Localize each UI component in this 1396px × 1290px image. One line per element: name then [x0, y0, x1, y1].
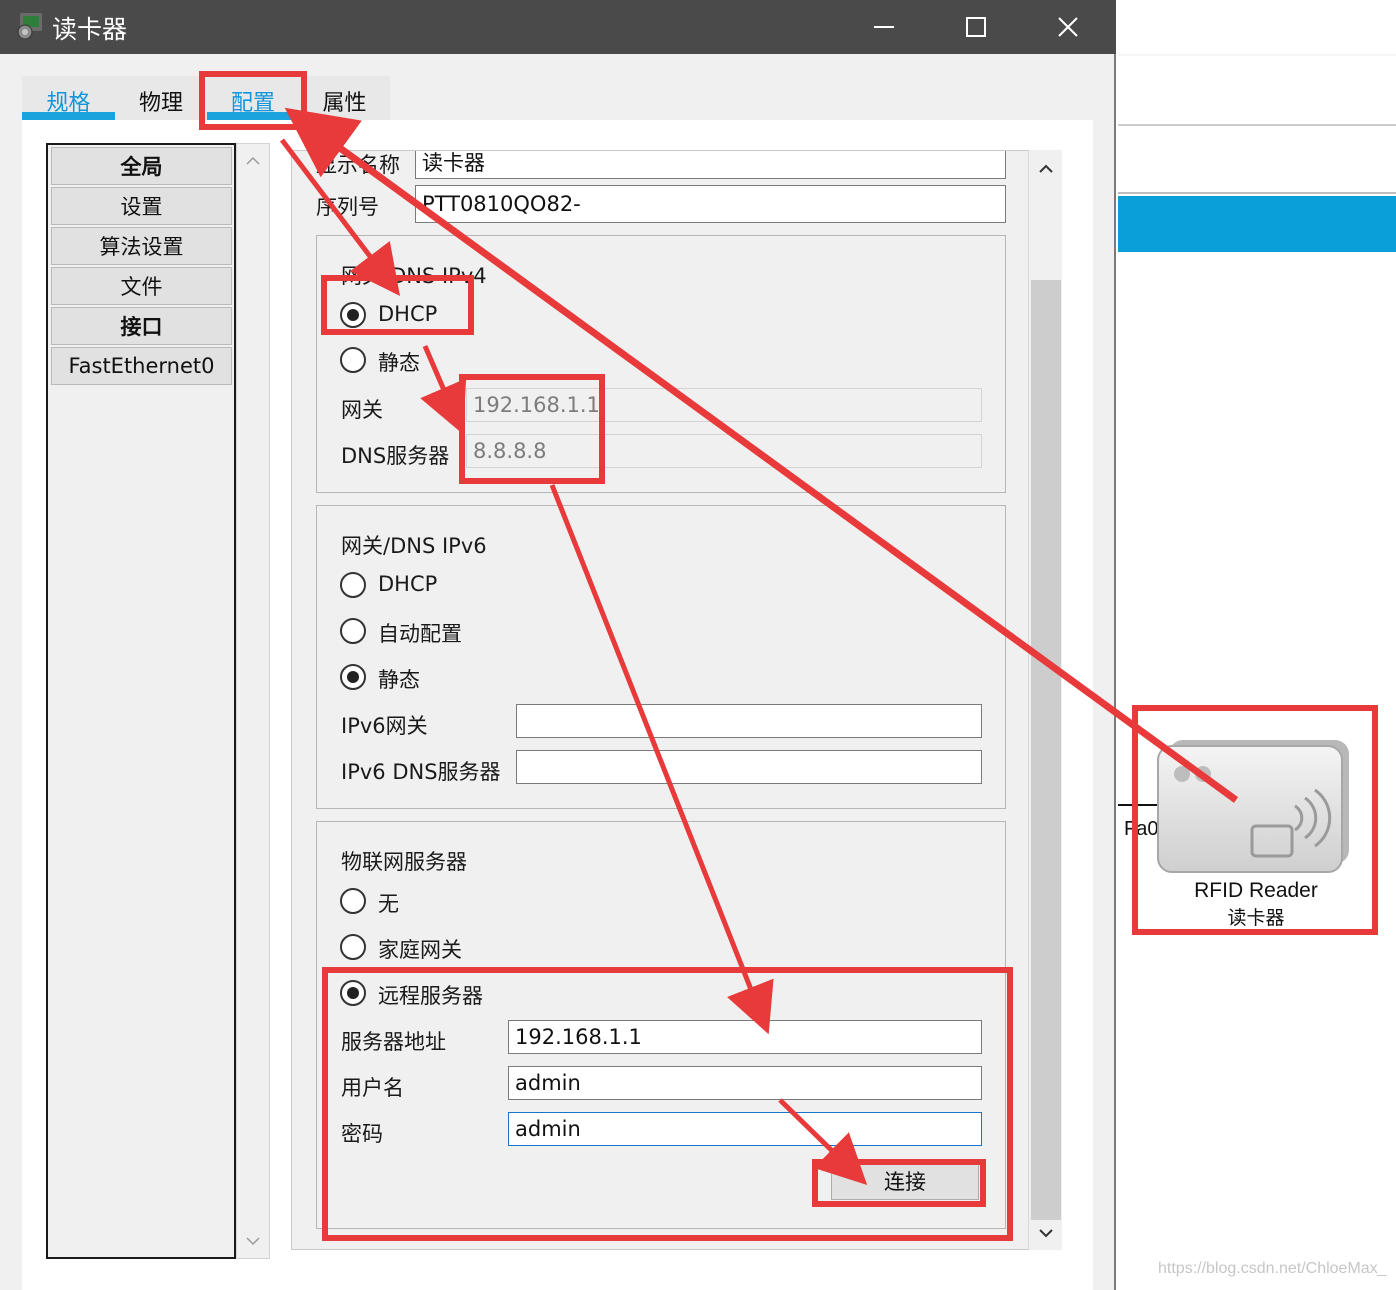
title-bar[interactable]: 读卡器 [0, 0, 1116, 54]
ipv4-dns-input[interactable]: 8.8.8.8 [466, 434, 982, 468]
config-nav: 全局 设置 算法设置 文件 接口 FastEthernet0 [46, 143, 236, 1259]
password-input[interactable]: admin [508, 1112, 982, 1146]
maximize-button[interactable] [930, 0, 1022, 54]
tab-attributes[interactable]: 属性 [299, 78, 390, 120]
ipv4-static-radio[interactable] [340, 347, 366, 373]
ipv6-group: 网关/DNS IPv6 DHCP 自动配置 静态 IPv6网关 IPv6 DNS… [316, 505, 1006, 809]
iot-remote-server-radio[interactable] [340, 980, 366, 1006]
iot-title: 物联网服务器 [341, 850, 467, 874]
connect-button[interactable]: 连接 [831, 1162, 979, 1200]
chevron-up-icon[interactable] [1038, 164, 1054, 174]
ipv4-group: 网关/DNS IPv4 DHCP 静态 网关 192.168.1.1 DNS服务… [316, 235, 1006, 493]
display-name-input[interactable]: 读卡器 [415, 151, 1006, 179]
password-label: 密码 [341, 1122, 383, 1146]
iot-remote-server-label: 远程服务器 [378, 984, 483, 1008]
chevron-down-icon[interactable] [1038, 1228, 1054, 1238]
chevron-down-icon[interactable] [245, 1236, 261, 1246]
tab-physical-label: 物理 [138, 91, 183, 116]
tab-spec[interactable]: 规格 [22, 78, 115, 120]
server-address-input[interactable]: 192.168.1.1 [508, 1020, 982, 1054]
ipv6-title: 网关/DNS IPv6 [341, 534, 487, 558]
minimize-button[interactable] [838, 0, 930, 54]
ipv6-gateway-label: IPv6网关 [341, 714, 428, 738]
iot-home-gateway-label: 家庭网关 [378, 938, 462, 962]
ipv4-static-label: 静态 [378, 351, 420, 375]
iot-none-label: 无 [378, 892, 399, 916]
server-address-label: 服务器地址 [341, 1030, 446, 1054]
config-scrollbar[interactable] [1028, 150, 1062, 1250]
device-subname: 读卡器 [1227, 907, 1285, 929]
ipv4-dhcp-radio[interactable] [340, 302, 366, 328]
ipv4-gateway-input[interactable]: 192.168.1.1 [466, 388, 982, 422]
ipv6-dns-input[interactable] [516, 750, 982, 784]
scrollbar-thumb[interactable] [1031, 280, 1061, 1220]
minimize-icon [874, 26, 894, 28]
tab-physical[interactable]: 物理 [115, 78, 207, 120]
username-input[interactable]: admin [508, 1066, 982, 1100]
tab-config[interactable]: 配置 [207, 78, 299, 120]
maximize-icon [966, 17, 986, 37]
watermark: https://blog.csdn.net/ChloeMax_ [1158, 1260, 1387, 1277]
canvas-divider [1118, 192, 1396, 194]
display-name-label: 显示名称 [316, 153, 400, 177]
nav-item-files[interactable]: 文件 [51, 267, 232, 305]
tab-attributes-label: 属性 [322, 91, 367, 116]
username-label: 用户名 [341, 1076, 404, 1100]
config-panel: 显示名称 读卡器 序列号 PTT0810QO82- 网关/DNS IPv4 DH… [291, 150, 1062, 1250]
iot-home-gateway-radio[interactable] [340, 934, 366, 960]
canvas-divider [1118, 124, 1396, 126]
app-icon [17, 13, 42, 40]
port-label: Fa0 [1124, 818, 1159, 840]
tab-spec-underline [22, 112, 115, 120]
ipv6-dhcp-label: DHCP [378, 572, 438, 596]
chevron-up-icon[interactable] [245, 156, 261, 166]
device-name: RFID Reader [1194, 879, 1318, 902]
nav-scrollbar[interactable] [236, 143, 270, 1259]
nav-item-algorithm-settings[interactable]: 算法设置 [51, 227, 232, 265]
nav-item-interface[interactable]: 接口 [51, 307, 232, 345]
ipv4-gateway-label: 网关 [341, 398, 383, 422]
network-link [1118, 804, 1158, 806]
ipv6-dns-label: IPv6 DNS服务器 [341, 760, 501, 784]
ipv6-auto-radio[interactable] [340, 618, 366, 644]
ipv6-auto-label: 自动配置 [378, 622, 462, 646]
ipv6-gateway-input[interactable] [516, 704, 982, 738]
ipv6-static-label: 静态 [378, 668, 420, 692]
close-icon [1058, 17, 1078, 37]
ipv4-title: 网关/DNS IPv4 [341, 264, 487, 288]
serial-label: 序列号 [316, 195, 379, 219]
nav-item-global[interactable]: 全局 [51, 147, 232, 185]
canvas-divider [1118, 54, 1396, 56]
close-button[interactable] [1022, 0, 1114, 54]
serial-input[interactable]: PTT0810QO82- [415, 185, 1006, 223]
ipv6-dhcp-radio[interactable] [340, 572, 366, 598]
ipv6-static-radio[interactable] [340, 664, 366, 690]
tab-config-underline [207, 112, 299, 120]
iot-none-radio[interactable] [340, 888, 366, 914]
rfid-reader-device-icon[interactable] [1155, 738, 1351, 874]
window-title: 读卡器 [52, 15, 128, 44]
ipv4-dhcp-label: DHCP [378, 302, 438, 326]
canvas-toolbar-band [1118, 196, 1396, 252]
nav-item-settings[interactable]: 设置 [51, 187, 232, 225]
ipv4-dns-label: DNS服务器 [341, 444, 450, 468]
nav-item-fastethernet0[interactable]: FastEthernet0 [51, 347, 232, 385]
